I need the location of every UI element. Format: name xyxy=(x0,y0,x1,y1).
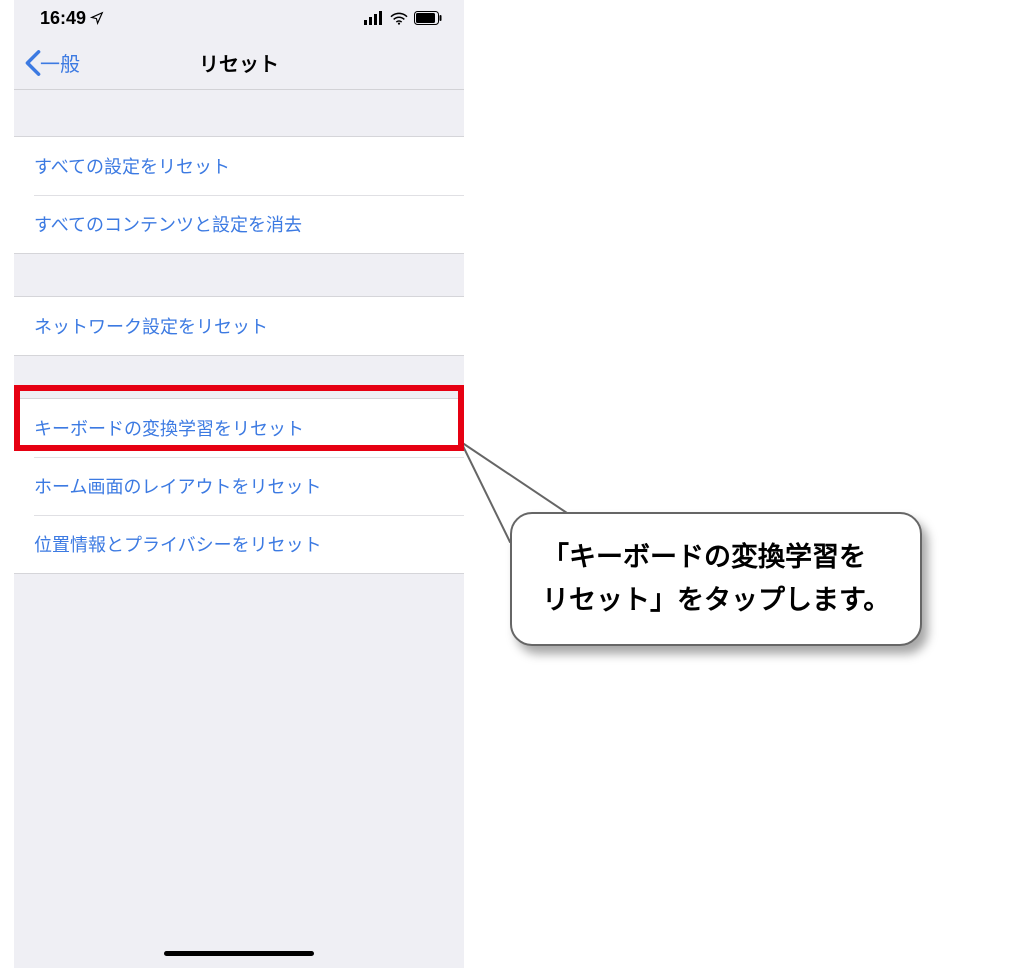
status-bar: 16:49 xyxy=(14,0,464,36)
status-time: 16:49 xyxy=(40,8,86,29)
cellular-signal-icon xyxy=(364,11,384,25)
reset-all-settings-row[interactable]: すべての設定をリセット xyxy=(14,137,464,195)
reset-group-1: すべての設定をリセット すべてのコンテンツと設定を消去 xyxy=(14,136,464,254)
reset-location-privacy-row[interactable]: 位置情報とプライバシーをリセット xyxy=(14,515,464,573)
reset-network-row[interactable]: ネットワーク設定をリセット xyxy=(14,297,464,355)
wifi-icon xyxy=(390,11,408,25)
callout: 「キーボードの変換学習を リセット」をタップします。 xyxy=(460,440,872,574)
reset-keyboard-row[interactable]: キーボードの変換学習をリセット xyxy=(14,399,464,457)
status-left: 16:49 xyxy=(40,8,104,29)
reset-group-3: キーボードの変換学習をリセット ホーム画面のレイアウトをリセット 位置情報とプラ… xyxy=(14,398,464,574)
screen-content: すべての設定をリセット すべてのコンテンツと設定を消去 ネットワーク設定をリセッ… xyxy=(14,90,464,968)
reset-group-2: ネットワーク設定をリセット xyxy=(14,296,464,356)
row-label: キーボードの変換学習をリセット xyxy=(34,419,304,439)
erase-all-content-row[interactable]: すべてのコンテンツと設定を消去 xyxy=(14,195,464,253)
row-label: すべてのコンテンツと設定を消去 xyxy=(34,215,302,235)
reset-home-layout-row[interactable]: ホーム画面のレイアウトをリセット xyxy=(14,457,464,515)
row-label: すべての設定をリセット xyxy=(34,157,230,177)
location-arrow-icon xyxy=(90,11,104,25)
callout-bubble: 「キーボードの変換学習を リセット」をタップします。 xyxy=(510,512,922,646)
row-label: ホーム画面のレイアウトをリセット xyxy=(34,477,321,497)
nav-bar: 一般 リセット xyxy=(14,36,464,90)
back-label: 一般 xyxy=(40,48,80,77)
callout-line1: 「キーボードの変換学習を xyxy=(542,536,890,579)
home-indicator xyxy=(164,951,314,956)
section-gap xyxy=(14,356,464,398)
callout-line2: リセット」をタップします。 xyxy=(542,579,890,622)
back-button[interactable]: 一般 xyxy=(14,48,80,77)
nav-title: リセット xyxy=(14,48,464,77)
section-gap xyxy=(14,90,464,136)
status-right xyxy=(364,11,442,25)
phone-screen: 16:49 一 xyxy=(14,0,464,968)
battery-icon xyxy=(414,11,442,25)
row-label: ネットワーク設定をリセット xyxy=(34,317,268,337)
section-gap xyxy=(14,254,464,296)
row-label: 位置情報とプライバシーをリセット xyxy=(34,535,322,555)
